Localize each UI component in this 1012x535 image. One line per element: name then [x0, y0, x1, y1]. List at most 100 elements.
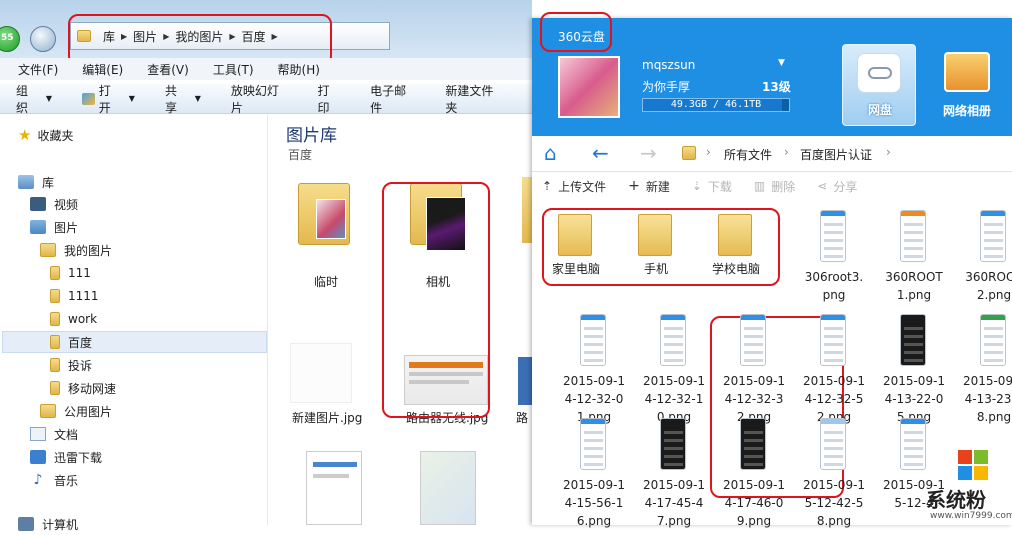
file-thumbnail[interactable]	[660, 314, 686, 366]
path-all-files[interactable]: 所有文件	[724, 146, 772, 163]
organize-button[interactable]: 组织 ▼	[16, 82, 52, 116]
share-button[interactable]: 共享 ▼	[165, 82, 201, 116]
file-label: 306root3. png	[804, 270, 864, 302]
nav-folder-work[interactable]: work	[50, 308, 97, 330]
nav-selection-highlight	[2, 331, 267, 353]
delete-button[interactable]: ▥ 删除	[754, 178, 795, 195]
nav-folder-baidu[interactable]: 百度	[50, 331, 92, 353]
thumbnail-row	[904, 335, 923, 338]
back-button[interactable]: 55	[0, 26, 20, 52]
file-thumbnail[interactable]	[820, 314, 846, 366]
menu-view[interactable]: 查看(V)	[147, 61, 189, 78]
open-button[interactable]: 打开 ▼	[81, 82, 135, 116]
path-current[interactable]: 百度图片认证	[800, 146, 872, 163]
cloud-folder-label: 学校电脑	[711, 262, 760, 276]
thumbnail-row	[904, 327, 923, 330]
thumbnail-row	[904, 223, 923, 226]
file-thumbnail[interactable]	[900, 210, 926, 262]
nav-my-pictures[interactable]: 我的图片	[40, 239, 112, 261]
new-folder-button[interactable]: 新建文件夹	[445, 82, 502, 116]
folder-icon	[50, 289, 60, 303]
upload-button[interactable]: ⇡ 上传文件	[542, 178, 606, 195]
menu-tools[interactable]: 工具(T)	[213, 61, 254, 78]
thumbnail-row	[824, 239, 843, 242]
email-button[interactable]: 电子邮件	[370, 82, 415, 116]
file-thumbnail[interactable]	[980, 210, 1006, 262]
file-thumbnail[interactable]	[660, 418, 686, 470]
nav-folder-complaint[interactable]: 投诉	[50, 354, 92, 376]
thumbnail-row	[824, 455, 843, 458]
nav-public-pictures[interactable]: 公用图片	[40, 400, 112, 422]
library-icon	[18, 175, 34, 189]
address-box[interactable]: 库 ▶ 图片 ▶ 我的图片 ▶ 百度 ▶	[70, 22, 390, 50]
cloud-folder[interactable]	[638, 212, 674, 256]
nav-thunder[interactable]: 迅雷下载	[30, 446, 102, 468]
image-thumbnail[interactable]	[404, 355, 488, 405]
nav-pictures[interactable]: 图片	[30, 216, 78, 238]
file-thumbnail[interactable]	[740, 314, 766, 366]
breadcrumb-item[interactable]: 图片 ▶	[133, 28, 169, 45]
forward-button[interactable]	[30, 26, 56, 52]
nav-videos[interactable]: 视频	[30, 193, 78, 215]
folder-camera[interactable]	[410, 177, 466, 251]
file-thumbnail[interactable]	[580, 418, 606, 470]
file-thumbnail[interactable]	[980, 314, 1006, 366]
file-thumbnail[interactable]	[900, 314, 926, 366]
file-thumbnail[interactable]	[820, 418, 846, 470]
file-thumbnail[interactable]	[820, 210, 846, 262]
thumbnail-row	[904, 239, 923, 242]
nav-music[interactable]: ♪ 音乐	[30, 469, 78, 491]
avatar[interactable]	[558, 56, 620, 118]
forward-arrow-icon[interactable]: →	[640, 142, 657, 164]
folder-icon	[40, 243, 56, 257]
menu-bar: 文件(F) 编辑(E) 查看(V) 工具(T) 帮助(H)	[0, 58, 532, 80]
nav-library[interactable]: 库	[18, 171, 54, 193]
download-button[interactable]: ⇣ 下载	[692, 178, 732, 195]
breadcrumb-item[interactable]: 百度 ▶	[242, 28, 278, 45]
back-arrow-icon[interactable]: ←	[592, 142, 609, 164]
thumbnail-row	[824, 431, 843, 434]
nav-folder-1111[interactable]: 1111	[50, 285, 99, 307]
breadcrumb-item[interactable]: 库 ▶	[103, 28, 127, 45]
file-thumbnail[interactable]	[740, 418, 766, 470]
tab-netdisk[interactable]: 网盘	[842, 44, 916, 126]
cloud-folder[interactable]	[558, 212, 594, 256]
nav-folder-111[interactable]: 111	[50, 262, 91, 284]
print-button[interactable]: 打印	[318, 82, 341, 116]
folder-temp[interactable]	[298, 177, 354, 249]
breadcrumb-item[interactable]: 我的图片 ▶	[175, 28, 235, 45]
thumbnail-row	[984, 359, 1003, 362]
thumbnail-row	[584, 463, 603, 466]
menu-help[interactable]: 帮助(H)	[278, 61, 320, 78]
menu-file[interactable]: 文件(F)	[18, 61, 58, 78]
file-thumbnail[interactable]	[580, 314, 606, 366]
image-thumbnail[interactable]	[290, 343, 352, 403]
thumbnail-row	[904, 455, 923, 458]
chevron-down-icon[interactable]: ▼	[778, 58, 785, 68]
slideshow-button[interactable]: 放映幻灯片	[231, 82, 288, 116]
menu-edit[interactable]: 编辑(E)	[82, 61, 123, 78]
username[interactable]: mqszsun	[642, 58, 695, 72]
cloud-icon	[857, 53, 901, 93]
thumbnail-row	[904, 255, 923, 258]
tab-album[interactable]: 网络相册	[932, 48, 1002, 128]
image-thumbnail[interactable]	[518, 357, 532, 405]
nav-folder-mobile-speed[interactable]: 移动网速	[50, 377, 116, 399]
nav-favorites[interactable]: ★ 收藏夹	[18, 124, 73, 146]
thumbnail-row	[664, 327, 683, 330]
nav-computer[interactable]: 计算机	[18, 513, 78, 535]
cloud-folder-label: 家里电脑	[551, 262, 600, 276]
file-thumbnail[interactable]	[900, 418, 926, 470]
folder-label: 临时	[313, 275, 338, 289]
image-thumbnail[interactable]	[306, 451, 362, 525]
nav-documents[interactable]: 文档	[30, 423, 78, 445]
folder-icon	[77, 30, 91, 42]
home-icon[interactable]: ⌂	[544, 142, 557, 164]
thumbnail-bar	[821, 211, 845, 216]
share-button[interactable]: ⋖ 分享	[817, 178, 857, 195]
cloud-folder[interactable]	[718, 212, 754, 256]
thumbnail-row	[744, 327, 763, 330]
thumbnail-row	[744, 431, 763, 434]
new-button[interactable]: + 新建	[628, 178, 670, 195]
image-thumbnail[interactable]	[420, 451, 476, 525]
